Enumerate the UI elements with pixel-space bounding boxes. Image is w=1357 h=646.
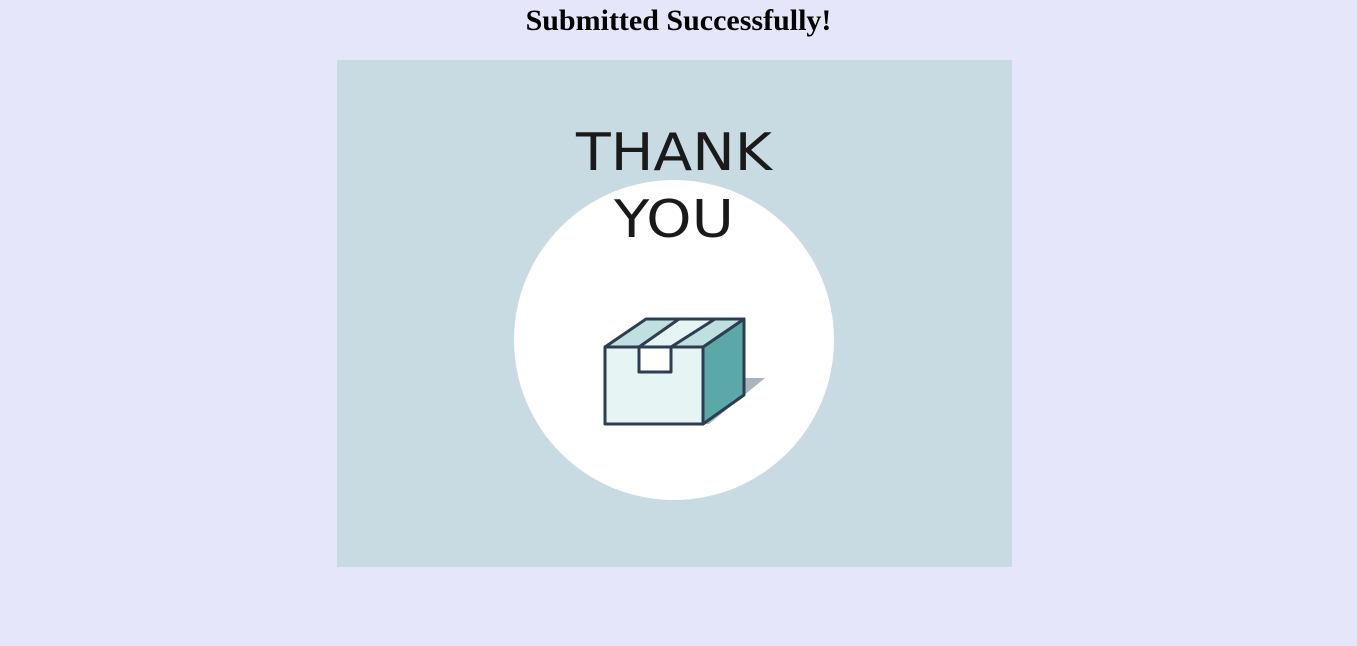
box-tape-flap [637, 345, 673, 374]
thank-you-illustration: THANK YOU [337, 60, 1012, 567]
you-text: YOU [613, 190, 734, 250]
thank-you-image: THANK YOU [337, 60, 1012, 567]
thank-text: THANK [575, 123, 774, 183]
page: Submitted Successfully! THANK YOU [0, 0, 1357, 646]
page-title: Submitted Successfully! [525, 4, 832, 37]
